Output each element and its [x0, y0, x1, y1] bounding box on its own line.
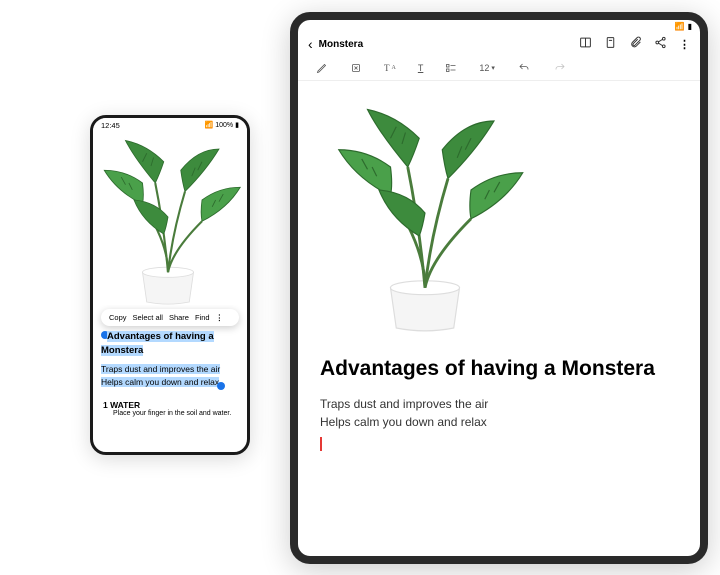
text-tool-icon[interactable]: T: [418, 63, 424, 73]
eraser-tool-icon[interactable]: [350, 62, 362, 74]
share-icon[interactable]: [654, 36, 667, 52]
phone-plant-image: [93, 132, 247, 305]
monstera-plant-illustration: [310, 78, 540, 348]
monstera-plant-illustration: [93, 132, 247, 305]
water-body: Place your finger in the soil and water.: [103, 410, 237, 417]
select-all-button[interactable]: Select all: [133, 313, 163, 322]
back-button[interactable]: ‹: [308, 36, 313, 52]
selected-title[interactable]: Advantages of having a Monstera: [101, 331, 214, 356]
clip-icon[interactable]: [629, 36, 642, 52]
redo-icon[interactable]: [553, 62, 567, 74]
phone-statusbar: 12:45 📶 100% ▮: [93, 118, 247, 132]
attachment-icon[interactable]: [604, 36, 617, 52]
battery-label: 100%: [215, 122, 233, 129]
find-button[interactable]: Find: [195, 313, 210, 322]
note-title[interactable]: Monstera: [319, 39, 363, 50]
tablet-statusbar: 📶 ▮: [298, 20, 700, 32]
pen-tool-icon[interactable]: [316, 62, 328, 74]
tablet-note-content[interactable]: Advantages of having a Monstera Traps du…: [298, 81, 700, 463]
note-body[interactable]: Traps dust and improves the air Helps ca…: [320, 395, 678, 451]
text-context-menu: Copy Select all Share Find ⋮: [101, 309, 239, 326]
tablet-device: 📶 ▮ ‹ Monstera ⋮: [290, 12, 708, 564]
font-size-selector[interactable]: 12 ▾: [479, 63, 495, 73]
text-style-icon[interactable]: TA: [384, 63, 396, 73]
undo-icon[interactable]: [517, 62, 531, 74]
signal-icon: 📶: [205, 121, 214, 129]
note-line-1[interactable]: Traps dust and improves the air: [320, 395, 678, 413]
note-heading[interactable]: Advantages of having a Monstera: [320, 357, 678, 381]
more-options-icon[interactable]: ⋮: [679, 38, 690, 51]
selected-line-1[interactable]: Traps dust and improves the air: [101, 364, 220, 374]
share-button[interactable]: Share: [169, 313, 189, 322]
more-options-icon[interactable]: ⋮: [216, 313, 224, 322]
checklist-icon[interactable]: [445, 62, 457, 74]
phone-selected-text[interactable]: Advantages of having a Monstera Traps du…: [93, 328, 247, 392]
tablet-header: ‹ Monstera ⋮: [298, 32, 700, 56]
tablet-plant-image[interactable]: [320, 93, 678, 341]
chevron-down-icon: ▾: [491, 64, 495, 72]
note-line-2[interactable]: Helps calm you down and relax: [320, 413, 678, 431]
selection-handle-end[interactable]: [217, 382, 225, 390]
text-cursor: [320, 437, 322, 451]
battery-icon: ▮: [235, 121, 239, 129]
copy-button[interactable]: Copy: [109, 313, 127, 322]
battery-icon: ▮: [688, 22, 692, 31]
wifi-icon: 📶: [675, 22, 685, 31]
selected-line-2[interactable]: Helps calm you down and relax: [101, 377, 219, 387]
phone-status-icons: 📶 100% ▮: [205, 121, 239, 129]
reader-mode-icon[interactable]: [579, 36, 592, 52]
phone-water-section: 1 WATER Place your finger in the soil an…: [93, 392, 247, 417]
water-heading: 1 WATER: [103, 400, 237, 410]
phone-device: 12:45 📶 100% ▮ Copy Select all Share: [90, 115, 250, 455]
phone-time: 12:45: [101, 121, 120, 130]
